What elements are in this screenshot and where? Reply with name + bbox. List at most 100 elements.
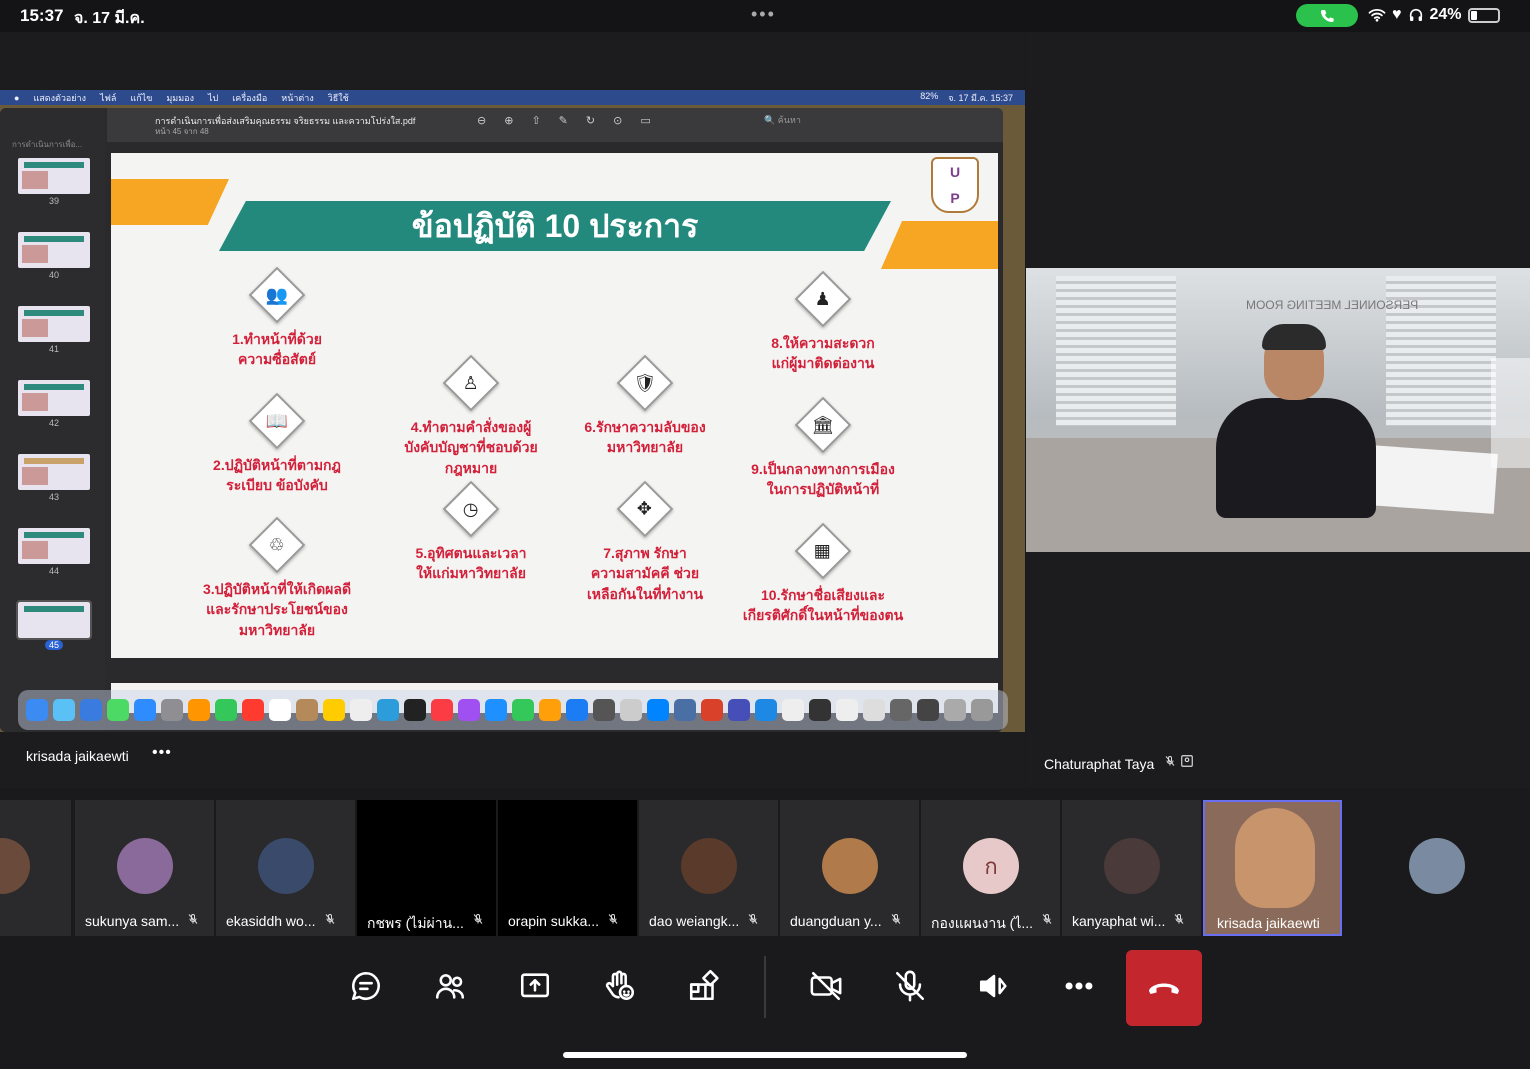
menu-item: มุมมอง bbox=[166, 92, 194, 103]
pdf-toolbar: การดำเนินการเพื่อส่งเสริมคุณธรรม จริยธรร… bbox=[107, 108, 1003, 142]
mac-dock bbox=[18, 690, 1008, 730]
chat-button[interactable] bbox=[344, 964, 388, 1008]
dock-app-icon bbox=[566, 699, 588, 721]
menu-item: วิธีใช้ bbox=[327, 92, 349, 103]
rotate-icon: ↻ bbox=[585, 115, 596, 127]
participant-name: กชพร (ไม่ผ่าน... bbox=[367, 915, 464, 931]
dock-app-icon bbox=[188, 699, 210, 721]
participant-figure bbox=[1216, 324, 1376, 528]
mic-off-icon bbox=[473, 914, 483, 924]
dock-app-icon bbox=[107, 699, 129, 721]
slide-item-6: 🛡 6.รักษาความลับของ มหาวิทยาลัย bbox=[555, 354, 735, 458]
people-button[interactable] bbox=[428, 964, 472, 1008]
remote-video[interactable]: PERSONNEL MEETING ROOM bbox=[1026, 268, 1530, 552]
pdf-tools: ⊖ ⊕ ⇧ ✎ ↻ ⊙ ▭ bbox=[477, 114, 651, 127]
mic-off-icon bbox=[748, 914, 758, 924]
battery-percent: 24% bbox=[1429, 6, 1462, 23]
slide-decoration bbox=[111, 179, 229, 225]
zoom-out-icon: ⊖ bbox=[477, 115, 487, 127]
participant-tile[interactable]: kanyaphat wi... bbox=[1062, 800, 1201, 936]
participant-tile[interactable]: pha... bbox=[0, 800, 71, 936]
dock-app-icon bbox=[512, 699, 534, 721]
mic-toggle-button[interactable] bbox=[888, 964, 932, 1008]
avatar bbox=[681, 838, 737, 894]
avatar bbox=[258, 838, 314, 894]
award-icon: ▦ bbox=[794, 522, 852, 580]
status-time: 15:37 bbox=[20, 6, 64, 25]
menu-item: แสดงตัวอย่าง bbox=[33, 92, 86, 103]
participant-tile[interactable]: krisada jaikaewti bbox=[1203, 800, 1342, 936]
dock-app-icon bbox=[728, 699, 750, 721]
hang-up-button[interactable] bbox=[1126, 950, 1202, 1026]
slide-item-2: 📖 2.ปฏิบัติหน้าที่ตามกฎ ระเบียบ ข้อบังคั… bbox=[187, 392, 367, 496]
avatar-initial: ก bbox=[963, 838, 1019, 894]
thumbnail bbox=[18, 158, 90, 194]
dock-app-icon bbox=[782, 699, 804, 721]
thumbnail-number: 42 bbox=[48, 418, 59, 428]
thumbnail-number: 44 bbox=[48, 566, 59, 576]
presenter-more-button[interactable]: ••• bbox=[152, 744, 172, 762]
dock-app-icon bbox=[242, 699, 264, 721]
thumbnail-number: 43 bbox=[48, 492, 59, 502]
dock-app-icon bbox=[917, 699, 939, 721]
participant-tile[interactable]: orapin sukka... bbox=[498, 800, 637, 936]
presenter-name: krisada jaikaewti bbox=[26, 748, 129, 764]
slide-decoration bbox=[881, 221, 998, 269]
mic-off-icon bbox=[1165, 756, 1175, 766]
apps-button[interactable] bbox=[682, 964, 726, 1008]
share-icon: ⇧ bbox=[531, 115, 541, 127]
dock-app-icon bbox=[890, 699, 912, 721]
mic-off-icon bbox=[608, 914, 618, 924]
dock-app-icon bbox=[80, 699, 102, 721]
participant-video bbox=[1235, 808, 1315, 908]
home-indicator[interactable] bbox=[563, 1052, 967, 1058]
thumbnail-number: 40 bbox=[48, 270, 59, 280]
dock-app-icon bbox=[593, 699, 615, 721]
participant-tile[interactable]: dao weiangk... bbox=[639, 800, 778, 936]
mac-battery-text: 82% bbox=[920, 90, 939, 101]
participant-tile[interactable]: sukunya sam... bbox=[75, 800, 214, 936]
dock-app-icon bbox=[485, 699, 507, 721]
multitasking-dots[interactable]: ••• bbox=[751, 4, 776, 25]
markup-icon: ✎ bbox=[558, 115, 568, 127]
phone-icon bbox=[1321, 9, 1334, 22]
avatar bbox=[1104, 838, 1160, 894]
participant-tile[interactable]: ekasiddh wo... bbox=[216, 800, 355, 936]
book-icon: 📖 bbox=[248, 392, 306, 450]
dock-app-icon bbox=[647, 699, 669, 721]
remote-video-panel: PERSONNEL MEETING ROOM bbox=[1026, 32, 1530, 788]
slide-item-3: ♲ 3.ปฏิบัติหน้าที่ให้เกิดผลดี และรักษาปร… bbox=[187, 516, 367, 640]
avatar bbox=[822, 838, 878, 894]
participant-tile[interactable]: duangduan y... bbox=[780, 800, 919, 936]
participant-name: orapin sukka... bbox=[508, 913, 600, 929]
thumbnail bbox=[18, 528, 90, 564]
dock-app-icon bbox=[134, 699, 156, 721]
secure-document-icon: 🛡 bbox=[616, 354, 674, 412]
dock-app-icon bbox=[53, 699, 75, 721]
participant-tile[interactable] bbox=[1367, 800, 1506, 936]
presenter-icon: ♙ bbox=[442, 354, 500, 412]
menu-item: แก้ไข bbox=[130, 92, 153, 103]
camera-toggle-button[interactable] bbox=[804, 964, 848, 1008]
participant-tile[interactable]: กชพร (ไม่ผ่าน... bbox=[357, 800, 496, 936]
dock-app-icon bbox=[161, 699, 183, 721]
dock-app-icon bbox=[755, 699, 777, 721]
dock-app-icon bbox=[26, 699, 48, 721]
dock-app-icon bbox=[269, 699, 291, 721]
dock-app-icon bbox=[971, 699, 993, 721]
shared-screen: ● แสดงตัวอย่าง ไฟล์ แก้ไข มุมมอง ไป เครื… bbox=[0, 32, 1025, 788]
thumbnail bbox=[18, 380, 90, 416]
slide-item-7: ✥ 7.สุภาพ รักษา ความสามัคคี ช่วย เหลือกั… bbox=[555, 480, 735, 604]
participant-tile[interactable]: กกองแผนงาน (ไ... bbox=[921, 800, 1060, 936]
mac-menubar: ● แสดงตัวอย่าง ไฟล์ แก้ไข มุมมอง ไป เครื… bbox=[0, 90, 1025, 105]
form-icon: ▭ bbox=[640, 115, 651, 127]
care-icon: ♲ bbox=[248, 516, 306, 574]
share-screen-button[interactable] bbox=[513, 964, 557, 1008]
more-button[interactable] bbox=[1057, 964, 1101, 1008]
call-indicator[interactable] bbox=[1296, 4, 1358, 27]
slide-item-10: ▦ 10.รักษาชื่อเสียงและ เกียรติศักดิ์ในหน… bbox=[727, 522, 919, 626]
mic-off-icon bbox=[325, 914, 334, 924]
speaker-button[interactable] bbox=[972, 964, 1016, 1008]
more-icon bbox=[1065, 982, 1093, 990]
raise-hand-button[interactable] bbox=[598, 964, 642, 1008]
